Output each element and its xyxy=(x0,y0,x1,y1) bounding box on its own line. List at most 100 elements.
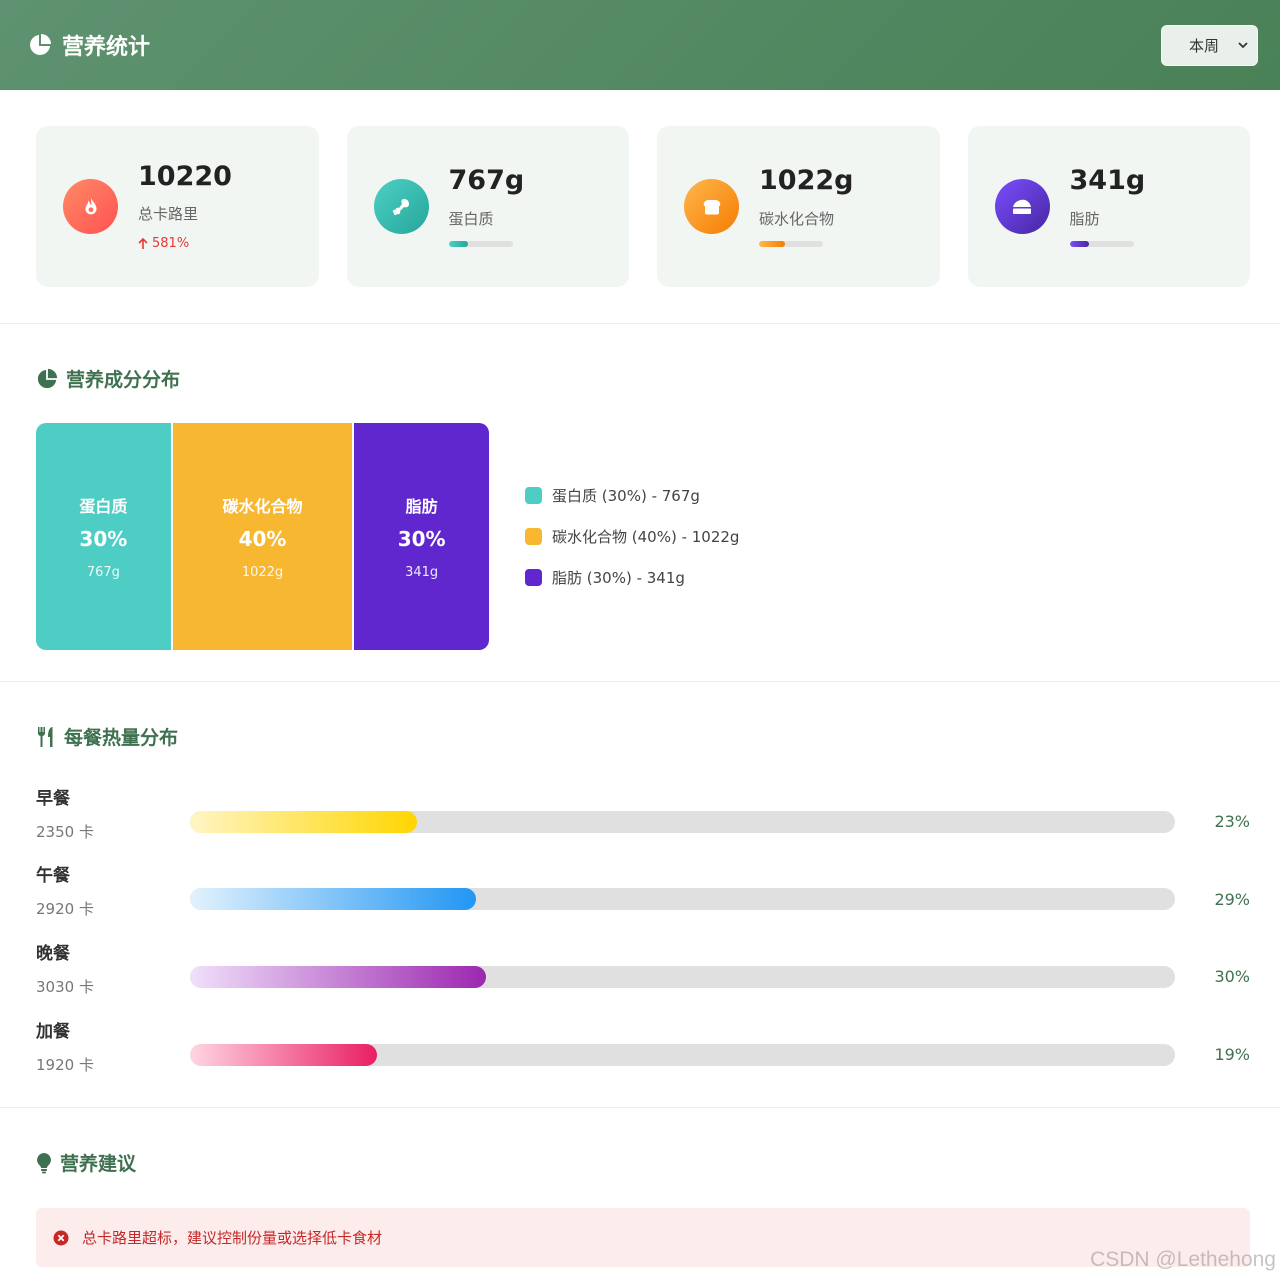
legend-item-carbs: 碳水化合物 (40%) - 1022g xyxy=(525,526,739,547)
segment-percent: 30% xyxy=(397,527,446,551)
advice-text: 总卡路里超标，建议控制份量或选择低卡食材 xyxy=(82,1229,383,1247)
pie-chart-icon xyxy=(37,368,58,388)
stat-value: 1022g xyxy=(759,165,854,197)
stat-progress-bar xyxy=(448,240,513,247)
bread-icon xyxy=(703,199,720,214)
stat-label: 碳水化合物 xyxy=(759,209,835,228)
meal-progress-track xyxy=(190,888,1175,911)
nutrition-distribution-chart: 蛋白质 30% 767g 碳水化合物 40% 1022g 脂肪 30% 341g xyxy=(36,423,489,650)
stat-trend: 581% xyxy=(138,236,232,251)
stat-progress-fill xyxy=(1069,240,1089,247)
segment-value: 1022g xyxy=(241,565,284,580)
stat-progress-fill xyxy=(448,240,468,247)
section-title: 每餐热量分布 xyxy=(36,723,1250,750)
meal-name: 加餐 xyxy=(36,1021,70,1042)
segment-name: 碳水化合物 xyxy=(222,497,303,516)
stat-card-carbs: 1022g 碳水化合物 xyxy=(657,126,940,287)
section-title: 营养成分分布 xyxy=(36,365,1250,392)
period-select[interactable]: 本周 xyxy=(1161,24,1258,66)
page-title: 营养统计 xyxy=(28,29,150,61)
legend-swatch xyxy=(525,528,542,545)
section-title-text: 营养成分分布 xyxy=(66,369,181,391)
advice-item-error: 总卡路里超标，建议控制份量或选择低卡食材 xyxy=(36,1208,1250,1267)
period-select-label: 本周 xyxy=(1188,36,1219,55)
cheese-icon xyxy=(1013,199,1031,214)
segment-protein: 蛋白质 30% 767g xyxy=(36,423,171,650)
arrow-up-icon xyxy=(138,237,148,249)
error-circle-icon xyxy=(53,1230,69,1245)
chevron-down-icon xyxy=(1238,42,1248,49)
app-header: 营养统计 本周 xyxy=(0,0,1280,90)
meal-name: 晚餐 xyxy=(36,943,70,964)
pie-chart-icon xyxy=(30,34,51,55)
legend-label: 碳水化合物 (40%) - 1022g xyxy=(552,528,740,546)
meal-name: 午餐 xyxy=(36,866,70,887)
stat-card-protein: 767g 蛋白质 xyxy=(346,126,629,287)
chart-legend: 蛋白质 (30%) - 767g 碳水化合物 (40%) - 1022g 脂肪 … xyxy=(525,485,739,588)
meal-percent: 23% xyxy=(1214,812,1250,832)
segment-carbs: 碳水化合物 40% 1022g xyxy=(170,423,353,650)
stat-value: 341g xyxy=(1069,165,1146,197)
meal-row-breakfast: 早餐 2350 卡 23% xyxy=(36,774,1250,852)
meal-calories: 2920 卡 xyxy=(36,900,94,919)
watermark: CSDN @Lethehong xyxy=(1090,1248,1276,1271)
page-title-text: 营养统计 xyxy=(62,35,151,60)
meal-calories: 1920 卡 xyxy=(36,1055,94,1074)
stat-label: 总卡路里 xyxy=(138,205,199,224)
meal-name: 早餐 xyxy=(36,788,70,809)
meal-calories: 3030 卡 xyxy=(36,977,94,996)
legend-item-protein: 蛋白质 (30%) - 767g xyxy=(525,485,739,506)
meal-progress-track xyxy=(190,1043,1175,1066)
section-title: 营养建议 xyxy=(36,1149,1250,1176)
segment-name: 蛋白质 xyxy=(79,497,128,516)
meal-progress-fill xyxy=(190,810,417,833)
legend-item-fat: 脂肪 (30%) - 341g xyxy=(525,567,739,588)
meal-percent: 19% xyxy=(1214,1045,1250,1065)
legend-swatch xyxy=(525,569,542,586)
legend-label: 脂肪 (30%) - 341g xyxy=(552,569,685,587)
meal-row-lunch: 午餐 2920 卡 29% xyxy=(36,852,1250,930)
legend-swatch xyxy=(525,487,542,504)
meal-percent: 29% xyxy=(1214,889,1250,909)
meal-percent: 30% xyxy=(1214,967,1250,987)
nutrition-advice-section: 营养建议 总卡路里超标，建议控制份量或选择低卡食材 xyxy=(0,1108,1280,1267)
drumstick-icon xyxy=(392,198,409,215)
stat-icon-fat xyxy=(994,179,1050,234)
stat-value: 10220 xyxy=(138,160,232,192)
meal-progress-track xyxy=(190,810,1175,833)
stat-label: 脂肪 xyxy=(1069,209,1100,228)
stat-icon-calories xyxy=(63,179,118,234)
meal-progress-fill xyxy=(190,888,476,911)
legend-label: 蛋白质 (30%) - 767g xyxy=(552,487,700,505)
meal-progress-track xyxy=(190,965,1175,988)
stat-icon-carbs xyxy=(684,179,739,234)
stat-trend-value: 581% xyxy=(152,236,190,252)
segment-percent: 40% xyxy=(238,527,287,551)
stat-value: 767g xyxy=(448,165,525,197)
segment-fat: 脂肪 30% 341g xyxy=(352,423,489,650)
stat-icon-protein xyxy=(373,179,429,234)
segment-name: 脂肪 xyxy=(405,497,438,516)
meal-list: 早餐 2350 卡 23% 午餐 2920 卡 29% 晚餐 3030 卡 30… xyxy=(36,774,1250,1084)
meal-row-snack: 加餐 1920 卡 19% xyxy=(36,1007,1250,1085)
meal-calorie-section: 每餐热量分布 早餐 2350 卡 23% 午餐 2920 卡 29% 晚餐 30… xyxy=(0,682,1280,1108)
meal-row-dinner: 晚餐 3030 卡 30% xyxy=(36,929,1250,1007)
section-title-text: 营养建议 xyxy=(60,1153,137,1175)
lightbulb-icon xyxy=(37,1152,51,1173)
nutrition-distribution-section: 营养成分分布 蛋白质 30% 767g 碳水化合物 40% 1022g 脂肪 3… xyxy=(0,324,1280,682)
stats-section: 10220 总卡路里 581% 767g 蛋白质 1022g 碳水化合物 341… xyxy=(0,90,1280,324)
segment-value: 341g xyxy=(405,565,439,580)
fire-icon xyxy=(85,197,96,214)
stat-progress-fill xyxy=(759,240,785,247)
section-title-text: 每餐热量分布 xyxy=(64,727,179,749)
utensils-icon xyxy=(38,726,53,747)
meal-calories: 2350 卡 xyxy=(36,822,94,841)
stat-progress-bar xyxy=(1069,240,1134,247)
meal-progress-fill xyxy=(190,965,486,988)
segment-percent: 30% xyxy=(79,527,128,551)
stat-progress-bar xyxy=(759,240,823,247)
segment-value: 767g xyxy=(86,565,120,580)
stat-card-fat: 341g 脂肪 xyxy=(967,126,1250,287)
stat-label: 蛋白质 xyxy=(448,209,494,228)
stat-card-calories: 10220 总卡路里 581% xyxy=(36,126,319,287)
